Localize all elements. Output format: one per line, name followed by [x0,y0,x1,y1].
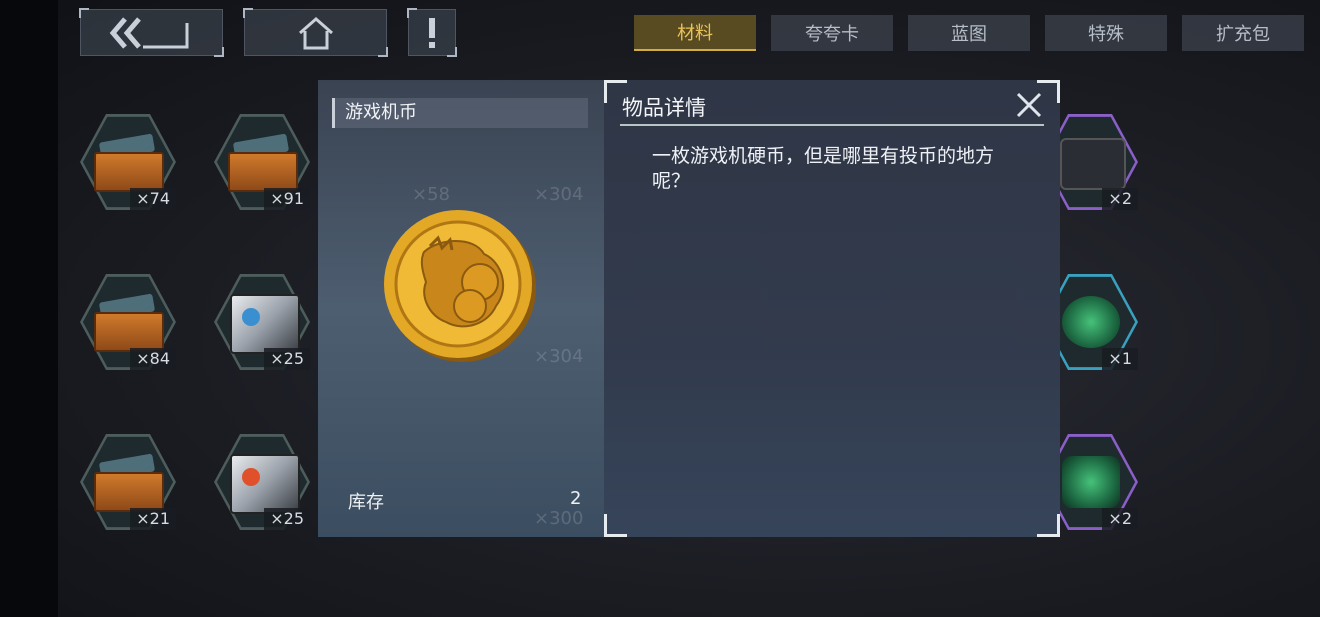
item-count: ×25 [264,348,310,370]
tab-praise-cards[interactable]: 夸夸卡 [771,15,893,51]
inventory-slot[interactable]: ×84 [78,272,178,372]
stock-value: 2 [570,488,582,509]
back-button[interactable] [79,8,224,57]
game-coin-icon [384,210,536,362]
flame-icon [242,468,260,486]
stock-label: 库存 [348,492,384,513]
item-count: ×84 [130,348,176,370]
exclamation-icon [429,17,435,48]
tab-special[interactable]: 特殊 [1045,15,1167,51]
tab-materials[interactable]: 材料 [634,15,756,51]
close-icon[interactable] [1014,90,1044,120]
item-preview-panel: ×304 ×58 ×304 ×300 游戏机币 库存 2 [318,80,604,537]
left-edge-bar [0,0,58,617]
alert-button[interactable] [407,8,457,57]
item-count: ×1 [1102,348,1138,370]
item-name: 游戏机币 [332,98,588,128]
inventory-slot[interactable]: ×74 [78,112,178,212]
crate-icon [94,152,164,192]
item-count: ×25 [264,508,310,530]
ghost-count: ×304 [534,346,584,367]
title-divider [620,124,1044,126]
battery-icon [1062,456,1120,508]
item-count: ×2 [1102,508,1138,530]
frame-corner [604,514,627,537]
frame-corner [1037,514,1060,537]
water-supply-box-icon [230,294,300,354]
tab-blueprints[interactable]: 蓝图 [908,15,1030,51]
tab-expansion-packs[interactable]: 扩充包 [1182,15,1304,51]
water-drop-icon [242,308,260,326]
item-count: ×2 [1102,188,1138,210]
inventory-slot[interactable]: ×25 [212,272,312,372]
inventory-slot[interactable]: ×25 [212,432,312,532]
item-count: ×21 [130,508,176,530]
detail-title: 物品详情 [622,96,706,120]
crate-icon [94,472,164,512]
inventory-slot[interactable]: ×21 [78,432,178,532]
fire-supply-box-icon [230,454,300,514]
ghost-count: ×300 [534,508,584,529]
item-description: 一枚游戏机硬币，但是哪里有投币的地方呢？ [652,145,995,192]
energy-core-icon [1062,296,1120,348]
home-icon [298,16,333,49]
item-detail-panel: 物品详情 一枚游戏机硬币，但是哪里有投币的地方呢？ [604,80,1060,537]
inventory-slot[interactable]: ×91 [212,112,312,212]
crate-icon [228,152,298,192]
item-count: ×74 [130,188,176,210]
crate-icon [94,312,164,352]
ghost-count: ×58 [412,184,450,205]
ghost-count: ×304 [534,184,584,205]
double-chevron-left-icon [109,16,188,49]
home-button[interactable] [243,8,388,57]
item-count: ×91 [264,188,310,210]
machine-part-icon [1060,138,1126,190]
